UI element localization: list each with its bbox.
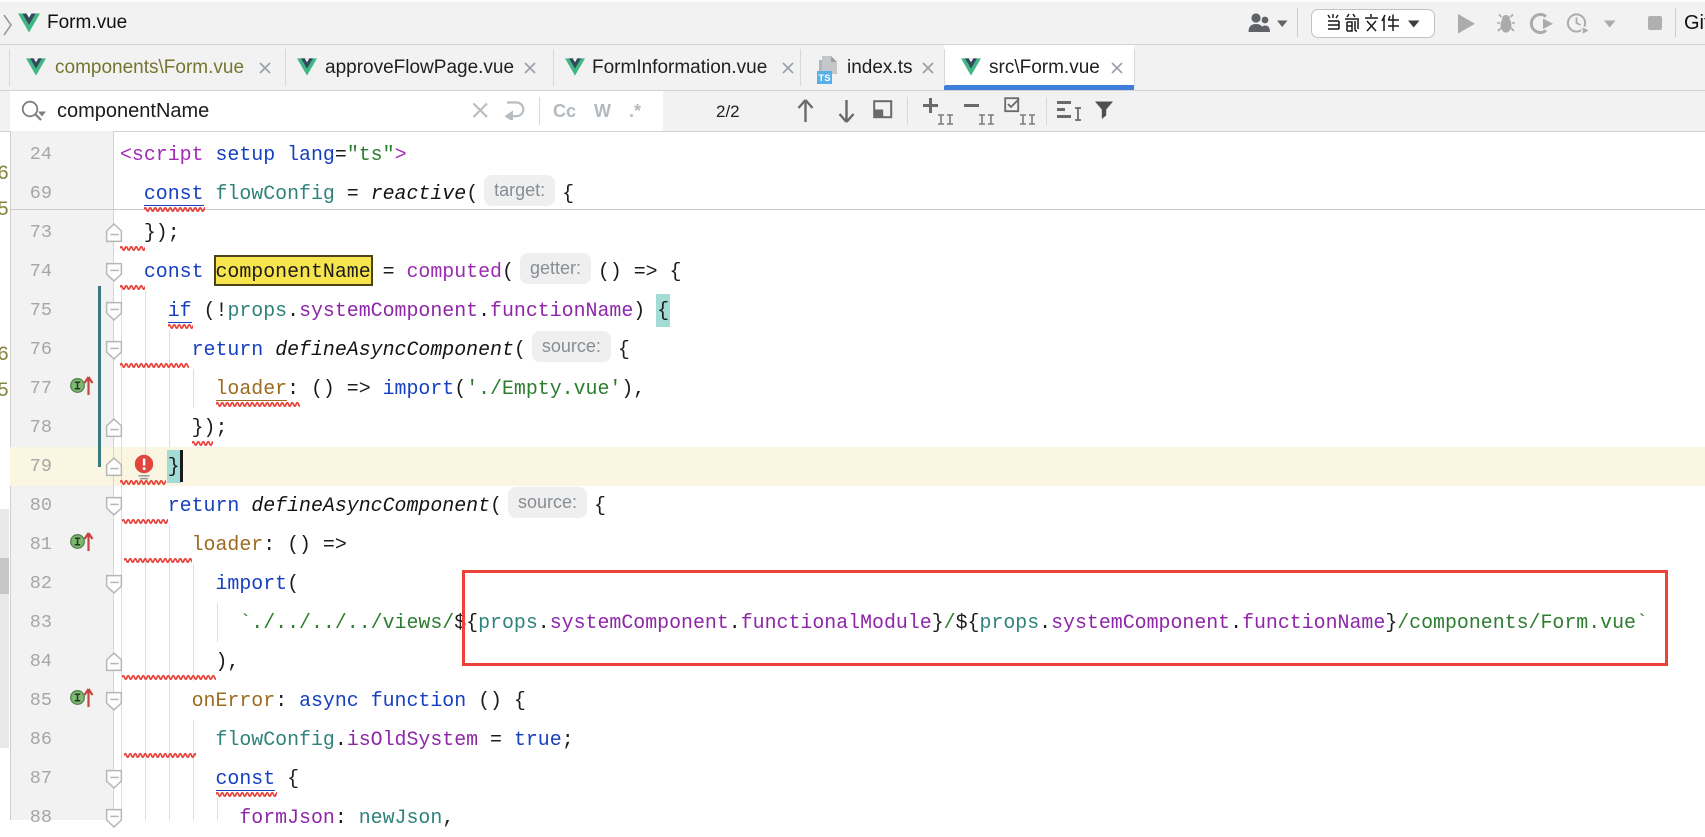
svg-text:TS: TS: [818, 73, 830, 84]
